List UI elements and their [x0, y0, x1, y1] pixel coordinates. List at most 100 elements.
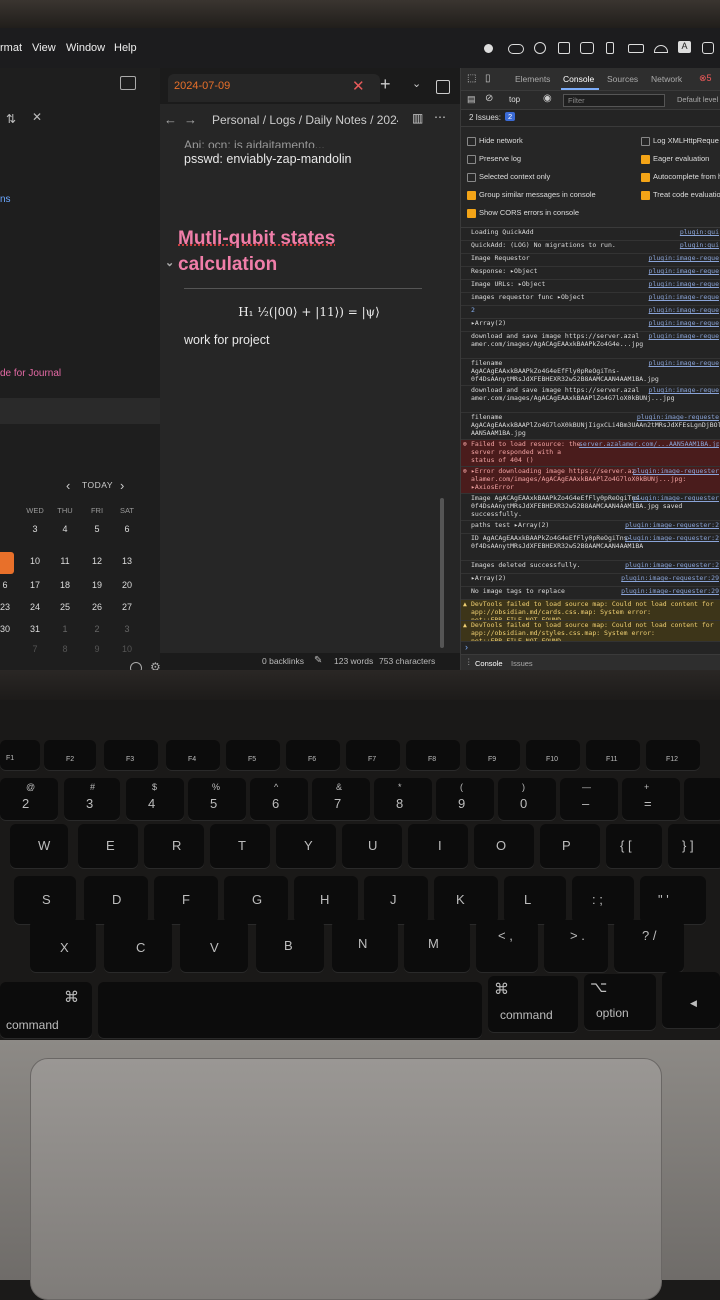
- extension-icon[interactable]: [558, 42, 570, 54]
- key-t[interactable]: T: [210, 824, 270, 868]
- sidebar-icon[interactable]: ▤: [467, 94, 476, 105]
- eye-icon[interactable]: ◉: [543, 93, 552, 104]
- drawer-menu-icon[interactable]: ⋮: [465, 657, 473, 666]
- key-delete[interactable]: [684, 778, 720, 820]
- key-f4[interactable]: F4: [166, 740, 220, 770]
- drawer-tab-console[interactable]: Console: [475, 659, 503, 668]
- calendar-day[interactable]: 5: [82, 524, 112, 534]
- console-message[interactable]: Loading QuickAdd plugin:qui: [461, 228, 720, 241]
- console-message[interactable]: filename AgACAgEAAxkBAAPlZo4G7loX0kBUNjI…: [461, 413, 720, 440]
- control-center-icon[interactable]: [702, 42, 714, 54]
- calendar-day[interactable]: 20: [112, 580, 142, 590]
- console-prompt-icon[interactable]: ›: [465, 642, 468, 652]
- heading-line-2[interactable]: ⌄ calculation: [165, 254, 434, 276]
- key-period[interactable]: > .: [544, 920, 608, 972]
- key-f3[interactable]: F3: [104, 740, 158, 770]
- menu-item-window[interactable]: Window: [66, 42, 105, 54]
- menu-item-help[interactable]: Help: [114, 42, 137, 54]
- glasses-icon[interactable]: [580, 42, 594, 54]
- sync-icon[interactable]: [534, 42, 546, 54]
- key-5[interactable]: % 5: [188, 778, 246, 820]
- key-d[interactable]: D: [84, 876, 148, 924]
- calendar-day[interactable]: 25: [50, 602, 80, 612]
- log-source-link[interactable]: plugin:image-requester:2: [625, 521, 719, 529]
- key-f8[interactable]: F8: [406, 740, 460, 770]
- calendar-day[interactable]: 24: [20, 602, 50, 612]
- log-xhr-checkbox[interactable]: [641, 137, 650, 146]
- console-message[interactable]: Response: ▸Object plugin:image-reque: [461, 267, 720, 280]
- key-m[interactable]: M: [404, 920, 470, 972]
- console-message[interactable]: Image URLs: ▸Object plugin:image-reque: [461, 280, 720, 293]
- tab-sources[interactable]: Sources: [607, 74, 638, 84]
- calendar-prev-icon[interactable]: ‹: [66, 478, 70, 493]
- calendar-day[interactable]: 1: [50, 624, 80, 634]
- log-levels-dropdown[interactable]: Default level: [677, 95, 718, 104]
- key-h[interactable]: H: [294, 876, 358, 924]
- issues-count-badge[interactable]: 2: [505, 112, 516, 121]
- log-source-link[interactable]: plugin:image-reque: [649, 254, 719, 262]
- fold-chevron-icon[interactable]: ⌄: [165, 256, 174, 269]
- log-source-link[interactable]: plugin:image-requester:29: [621, 587, 719, 595]
- key-f11[interactable]: F11: [586, 740, 640, 770]
- key-comma[interactable]: < ,: [476, 920, 538, 972]
- calendar-today-button[interactable]: TODAY: [82, 480, 113, 490]
- new-tab-icon[interactable]: +: [380, 74, 391, 95]
- key-f6[interactable]: F6: [286, 740, 340, 770]
- issues-label[interactable]: 2 Issues:: [469, 113, 501, 122]
- calendar-day[interactable]: 23: [0, 602, 20, 612]
- calendar-day[interactable]: 11: [50, 556, 80, 566]
- key-f1[interactable]: F1: [0, 740, 40, 770]
- help-icon[interactable]: [130, 662, 142, 670]
- log-source-link[interactable]: plugin:image-reque: [649, 359, 719, 367]
- calendar-day[interactable]: 19: [82, 580, 112, 590]
- key-6[interactable]: ^ 6: [250, 778, 308, 820]
- record-icon[interactable]: [484, 44, 493, 53]
- key-command-right[interactable]: ⌘ command: [488, 976, 578, 1032]
- log-source-link[interactable]: plugin:image-requester: [633, 467, 719, 475]
- log-source-link[interactable]: plugin:image-reque: [649, 293, 719, 301]
- key-command-left[interactable]: ⌘ command: [0, 982, 92, 1038]
- key-b[interactable]: B: [256, 920, 324, 972]
- editor-scrollbar[interactable]: [440, 498, 444, 648]
- key-4[interactable]: $4: [126, 778, 184, 820]
- key-arrow-left[interactable]: ◀: [662, 972, 720, 1028]
- log-source-link[interactable]: plugin:image-reque: [649, 306, 719, 314]
- console-error[interactable]: ⊗ ▸Error downloading image https://server…: [461, 467, 720, 494]
- log-source-link[interactable]: plugin:image-requester:29: [621, 574, 719, 582]
- key-x[interactable]: X: [30, 920, 96, 972]
- key-minus[interactable]: — –: [560, 778, 618, 820]
- console-message[interactable]: ID AgACAgEAAxkBAAPkZo4G4eEfFly0pReOgiTns…: [461, 534, 720, 561]
- tab-elements[interactable]: Elements: [515, 74, 550, 84]
- tab-list-chevron-icon[interactable]: ⌄: [412, 77, 421, 90]
- hide-network-checkbox[interactable]: [467, 137, 476, 146]
- log-source-link[interactable]: plugin:image-reque: [649, 332, 719, 340]
- log-source-link[interactable]: plugin:image-reque: [649, 319, 719, 327]
- key-j[interactable]: J: [364, 876, 428, 924]
- log-source-link[interactable]: plugin:image-reque: [649, 267, 719, 275]
- reading-view-icon[interactable]: ▥: [412, 111, 423, 125]
- bluetooth-icon[interactable]: [606, 42, 614, 54]
- log-source-link[interactable]: server.azalamer.com/...AAN5AAM1BA.jpg: [579, 440, 719, 448]
- log-source-link[interactable]: plugin:image-requester:2: [625, 561, 719, 569]
- calendar-day[interactable]: 7: [20, 644, 50, 654]
- input-source-icon[interactable]: A: [678, 41, 691, 53]
- log-source-link[interactable]: plugin:image-reque: [649, 280, 719, 288]
- treat-code-checkbox[interactable]: [641, 191, 650, 200]
- console-message[interactable]: ▸Array(2) plugin:image-requester:29: [461, 574, 720, 587]
- console-warning[interactable]: ▲ DevTools failed to load source map: Cou…: [461, 600, 720, 621]
- calendar-day[interactable]: 17: [20, 580, 50, 590]
- console-message[interactable]: download and save image https://server.a…: [461, 332, 720, 359]
- calendar-day[interactable]: 6: [112, 524, 142, 534]
- key-l[interactable]: L: [504, 876, 566, 924]
- selected-context-checkbox[interactable]: [467, 173, 476, 182]
- body-text[interactable]: work for project: [184, 333, 434, 347]
- console-message[interactable]: QuickAdd: (LOG) No migrations to run. plu…: [461, 241, 720, 254]
- key-9[interactable]: (9: [436, 778, 494, 820]
- close-tab-icon[interactable]: ✕: [352, 77, 365, 95]
- calendar-day[interactable]: 26: [82, 602, 112, 612]
- heading-line-1[interactable]: Mutli-qubit states: [178, 228, 434, 250]
- sidebar-toggle-icon[interactable]: [120, 76, 136, 90]
- key-p[interactable]: P: [540, 824, 600, 868]
- calendar-day[interactable]: 4: [50, 524, 80, 534]
- console-message[interactable]: Image Requestor plugin:image-reque: [461, 254, 720, 267]
